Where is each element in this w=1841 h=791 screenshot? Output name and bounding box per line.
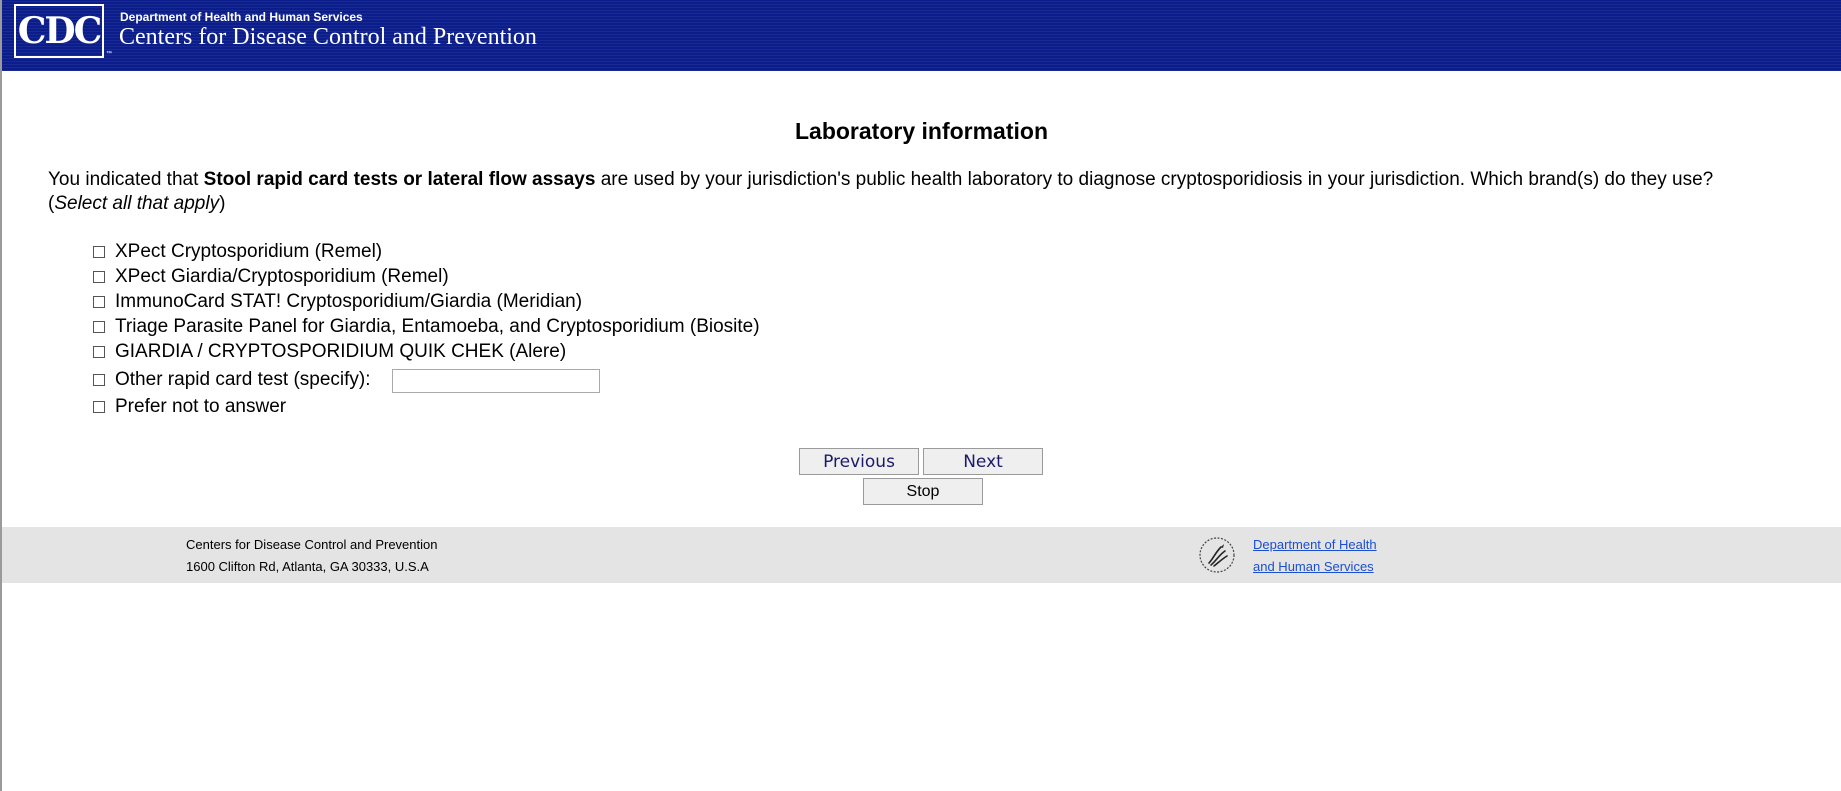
agency-name: Centers for Disease Control and Preventi…	[119, 24, 537, 50]
stop-button[interactable]: Stop	[863, 478, 983, 505]
instruction-close-paren: )	[219, 193, 226, 214]
question-method: Stool rapid card tests or lateral flow a…	[203, 169, 596, 190]
checkbox[interactable]	[93, 346, 105, 358]
checkbox[interactable]	[93, 296, 105, 308]
option-label: XPect Giardia/Cryptosporidium (Remel)	[115, 266, 449, 287]
checkbox[interactable]	[93, 401, 105, 413]
checkbox[interactable]	[93, 246, 105, 258]
cdc-header-banner: CDC ™ Department of Health and Human Ser…	[2, 0, 1841, 71]
option-label: Other rapid card test (specify):	[115, 369, 371, 390]
footer-org-name: Centers for Disease Control and Preventi…	[186, 537, 438, 552]
logo-trademark: ™	[106, 51, 112, 57]
option-label: GIARDIA / CRYPTOSPORIDIUM QUIK CHEK (Ale…	[115, 341, 567, 362]
department-name: Department of Health and Human Services	[120, 10, 363, 24]
page-title: Laboratory information	[794, 118, 1048, 144]
other-specify-input[interactable]	[392, 369, 600, 393]
checkbox[interactable]	[93, 321, 105, 333]
question-prefix: You indicated that	[48, 169, 204, 190]
footer-address: 1600 Clifton Rd, Atlanta, GA 30333, U.S.…	[186, 559, 429, 574]
next-button[interactable]: Next	[923, 448, 1043, 475]
question-instruction: Select all that apply	[54, 193, 220, 214]
hhs-link-line2[interactable]: and Human Services	[1253, 559, 1374, 574]
option-label: Triage Parasite Panel for Giardia, Entam…	[115, 316, 760, 337]
option-label: Prefer not to answer	[115, 396, 287, 417]
hhs-eagle-icon	[1199, 537, 1235, 573]
option-label: ImmunoCard STAT! Cryptosporidium/Giardia…	[115, 291, 583, 312]
cdc-logo[interactable]: CDC	[14, 4, 104, 58]
question-suffix: are used by your jurisdiction's public h…	[595, 169, 1714, 190]
hhs-link[interactable]: Department of Health	[1253, 537, 1377, 552]
option-label: XPect Cryptosporidium (Remel)	[115, 241, 383, 262]
page-footer: Centers for Disease Control and Preventi…	[2, 527, 1841, 583]
checkbox[interactable]	[93, 271, 105, 283]
previous-button[interactable]: Previous	[799, 448, 919, 475]
question-text: You indicated that Stool rapid card test…	[48, 168, 1838, 216]
checkbox[interactable]	[93, 374, 105, 386]
